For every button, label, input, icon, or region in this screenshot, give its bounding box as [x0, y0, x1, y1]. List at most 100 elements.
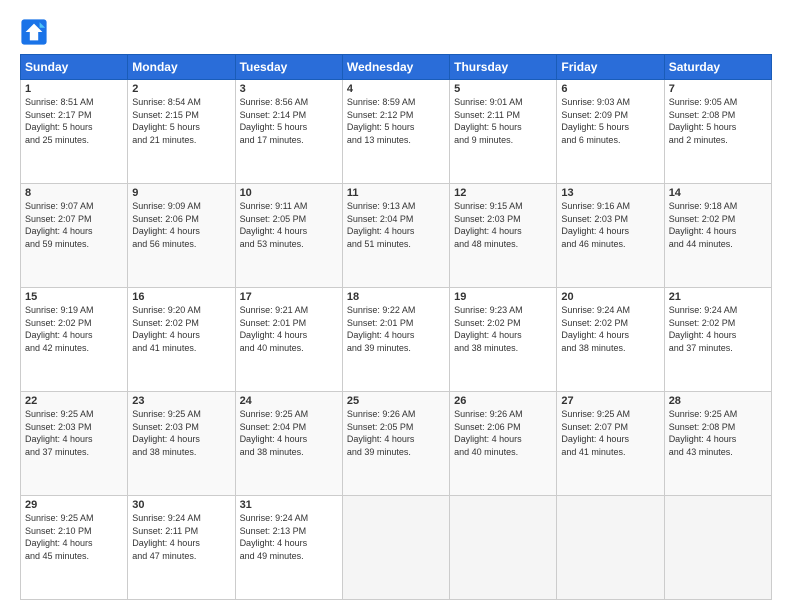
day-number: 6 — [561, 83, 659, 95]
day-cell-5: 5Sunrise: 9:01 AM Sunset: 2:11 PM Daylig… — [450, 80, 557, 184]
day-cell-17: 17Sunrise: 9:21 AM Sunset: 2:01 PM Dayli… — [235, 288, 342, 392]
day-number: 5 — [454, 83, 552, 95]
col-header-sunday: Sunday — [21, 55, 128, 80]
day-info: Sunrise: 9:25 AM Sunset: 2:04 PM Dayligh… — [240, 408, 338, 458]
day-info: Sunrise: 9:01 AM Sunset: 2:11 PM Dayligh… — [454, 96, 552, 146]
day-cell-10: 10Sunrise: 9:11 AM Sunset: 2:05 PM Dayli… — [235, 184, 342, 288]
empty-cell — [557, 496, 664, 600]
day-info: Sunrise: 9:05 AM Sunset: 2:08 PM Dayligh… — [669, 96, 767, 146]
day-info: Sunrise: 9:07 AM Sunset: 2:07 PM Dayligh… — [25, 200, 123, 250]
day-number: 9 — [132, 187, 230, 199]
day-cell-24: 24Sunrise: 9:25 AM Sunset: 2:04 PM Dayli… — [235, 392, 342, 496]
day-info: Sunrise: 9:19 AM Sunset: 2:02 PM Dayligh… — [25, 304, 123, 354]
logo-icon — [20, 18, 48, 46]
day-info: Sunrise: 9:25 AM Sunset: 2:07 PM Dayligh… — [561, 408, 659, 458]
day-number: 8 — [25, 187, 123, 199]
day-number: 13 — [561, 187, 659, 199]
day-number: 31 — [240, 499, 338, 511]
day-cell-4: 4Sunrise: 8:59 AM Sunset: 2:12 PM Daylig… — [342, 80, 449, 184]
col-header-monday: Monday — [128, 55, 235, 80]
day-cell-1: 1Sunrise: 8:51 AM Sunset: 2:17 PM Daylig… — [21, 80, 128, 184]
day-info: Sunrise: 9:23 AM Sunset: 2:02 PM Dayligh… — [454, 304, 552, 354]
page: SundayMondayTuesdayWednesdayThursdayFrid… — [0, 0, 792, 612]
day-cell-18: 18Sunrise: 9:22 AM Sunset: 2:01 PM Dayli… — [342, 288, 449, 392]
day-number: 11 — [347, 187, 445, 199]
empty-cell — [450, 496, 557, 600]
day-number: 19 — [454, 291, 552, 303]
day-number: 12 — [454, 187, 552, 199]
day-info: Sunrise: 9:18 AM Sunset: 2:02 PM Dayligh… — [669, 200, 767, 250]
day-cell-25: 25Sunrise: 9:26 AM Sunset: 2:05 PM Dayli… — [342, 392, 449, 496]
col-header-friday: Friday — [557, 55, 664, 80]
day-number: 18 — [347, 291, 445, 303]
week-row-3: 15Sunrise: 9:19 AM Sunset: 2:02 PM Dayli… — [21, 288, 772, 392]
day-info: Sunrise: 9:15 AM Sunset: 2:03 PM Dayligh… — [454, 200, 552, 250]
col-header-thursday: Thursday — [450, 55, 557, 80]
day-number: 26 — [454, 395, 552, 407]
day-cell-27: 27Sunrise: 9:25 AM Sunset: 2:07 PM Dayli… — [557, 392, 664, 496]
day-cell-29: 29Sunrise: 9:25 AM Sunset: 2:10 PM Dayli… — [21, 496, 128, 600]
day-number: 30 — [132, 499, 230, 511]
day-info: Sunrise: 9:11 AM Sunset: 2:05 PM Dayligh… — [240, 200, 338, 250]
day-cell-3: 3Sunrise: 8:56 AM Sunset: 2:14 PM Daylig… — [235, 80, 342, 184]
week-row-1: 1Sunrise: 8:51 AM Sunset: 2:17 PM Daylig… — [21, 80, 772, 184]
day-cell-8: 8Sunrise: 9:07 AM Sunset: 2:07 PM Daylig… — [21, 184, 128, 288]
day-number: 29 — [25, 499, 123, 511]
week-row-4: 22Sunrise: 9:25 AM Sunset: 2:03 PM Dayli… — [21, 392, 772, 496]
day-number: 17 — [240, 291, 338, 303]
day-number: 22 — [25, 395, 123, 407]
day-cell-15: 15Sunrise: 9:19 AM Sunset: 2:02 PM Dayli… — [21, 288, 128, 392]
day-number: 4 — [347, 83, 445, 95]
day-info: Sunrise: 9:22 AM Sunset: 2:01 PM Dayligh… — [347, 304, 445, 354]
day-number: 2 — [132, 83, 230, 95]
day-cell-31: 31Sunrise: 9:24 AM Sunset: 2:13 PM Dayli… — [235, 496, 342, 600]
day-info: Sunrise: 9:03 AM Sunset: 2:09 PM Dayligh… — [561, 96, 659, 146]
day-cell-22: 22Sunrise: 9:25 AM Sunset: 2:03 PM Dayli… — [21, 392, 128, 496]
day-cell-2: 2Sunrise: 8:54 AM Sunset: 2:15 PM Daylig… — [128, 80, 235, 184]
day-info: Sunrise: 9:25 AM Sunset: 2:03 PM Dayligh… — [25, 408, 123, 458]
day-info: Sunrise: 9:20 AM Sunset: 2:02 PM Dayligh… — [132, 304, 230, 354]
calendar-table: SundayMondayTuesdayWednesdayThursdayFrid… — [20, 54, 772, 600]
day-info: Sunrise: 8:59 AM Sunset: 2:12 PM Dayligh… — [347, 96, 445, 146]
col-header-wednesday: Wednesday — [342, 55, 449, 80]
day-info: Sunrise: 9:26 AM Sunset: 2:05 PM Dayligh… — [347, 408, 445, 458]
day-info: Sunrise: 9:16 AM Sunset: 2:03 PM Dayligh… — [561, 200, 659, 250]
day-cell-9: 9Sunrise: 9:09 AM Sunset: 2:06 PM Daylig… — [128, 184, 235, 288]
empty-cell — [664, 496, 771, 600]
day-number: 15 — [25, 291, 123, 303]
day-cell-12: 12Sunrise: 9:15 AM Sunset: 2:03 PM Dayli… — [450, 184, 557, 288]
day-info: Sunrise: 9:25 AM Sunset: 2:10 PM Dayligh… — [25, 512, 123, 562]
col-header-tuesday: Tuesday — [235, 55, 342, 80]
day-info: Sunrise: 9:21 AM Sunset: 2:01 PM Dayligh… — [240, 304, 338, 354]
day-cell-26: 26Sunrise: 9:26 AM Sunset: 2:06 PM Dayli… — [450, 392, 557, 496]
empty-cell — [342, 496, 449, 600]
day-number: 1 — [25, 83, 123, 95]
day-info: Sunrise: 8:51 AM Sunset: 2:17 PM Dayligh… — [25, 96, 123, 146]
day-number: 28 — [669, 395, 767, 407]
day-cell-16: 16Sunrise: 9:20 AM Sunset: 2:02 PM Dayli… — [128, 288, 235, 392]
day-cell-19: 19Sunrise: 9:23 AM Sunset: 2:02 PM Dayli… — [450, 288, 557, 392]
day-info: Sunrise: 9:25 AM Sunset: 2:03 PM Dayligh… — [132, 408, 230, 458]
header — [20, 18, 772, 46]
week-row-5: 29Sunrise: 9:25 AM Sunset: 2:10 PM Dayli… — [21, 496, 772, 600]
day-cell-6: 6Sunrise: 9:03 AM Sunset: 2:09 PM Daylig… — [557, 80, 664, 184]
day-cell-11: 11Sunrise: 9:13 AM Sunset: 2:04 PM Dayli… — [342, 184, 449, 288]
day-number: 16 — [132, 291, 230, 303]
logo-area — [20, 18, 52, 46]
day-info: Sunrise: 9:26 AM Sunset: 2:06 PM Dayligh… — [454, 408, 552, 458]
day-info: Sunrise: 9:09 AM Sunset: 2:06 PM Dayligh… — [132, 200, 230, 250]
day-number: 7 — [669, 83, 767, 95]
day-number: 21 — [669, 291, 767, 303]
day-cell-14: 14Sunrise: 9:18 AM Sunset: 2:02 PM Dayli… — [664, 184, 771, 288]
day-info: Sunrise: 9:24 AM Sunset: 2:02 PM Dayligh… — [669, 304, 767, 354]
day-info: Sunrise: 8:54 AM Sunset: 2:15 PM Dayligh… — [132, 96, 230, 146]
col-header-saturday: Saturday — [664, 55, 771, 80]
day-number: 20 — [561, 291, 659, 303]
day-cell-28: 28Sunrise: 9:25 AM Sunset: 2:08 PM Dayli… — [664, 392, 771, 496]
day-cell-20: 20Sunrise: 9:24 AM Sunset: 2:02 PM Dayli… — [557, 288, 664, 392]
day-info: Sunrise: 9:24 AM Sunset: 2:13 PM Dayligh… — [240, 512, 338, 562]
day-info: Sunrise: 9:24 AM Sunset: 2:02 PM Dayligh… — [561, 304, 659, 354]
day-cell-23: 23Sunrise: 9:25 AM Sunset: 2:03 PM Dayli… — [128, 392, 235, 496]
day-number: 3 — [240, 83, 338, 95]
day-cell-7: 7Sunrise: 9:05 AM Sunset: 2:08 PM Daylig… — [664, 80, 771, 184]
